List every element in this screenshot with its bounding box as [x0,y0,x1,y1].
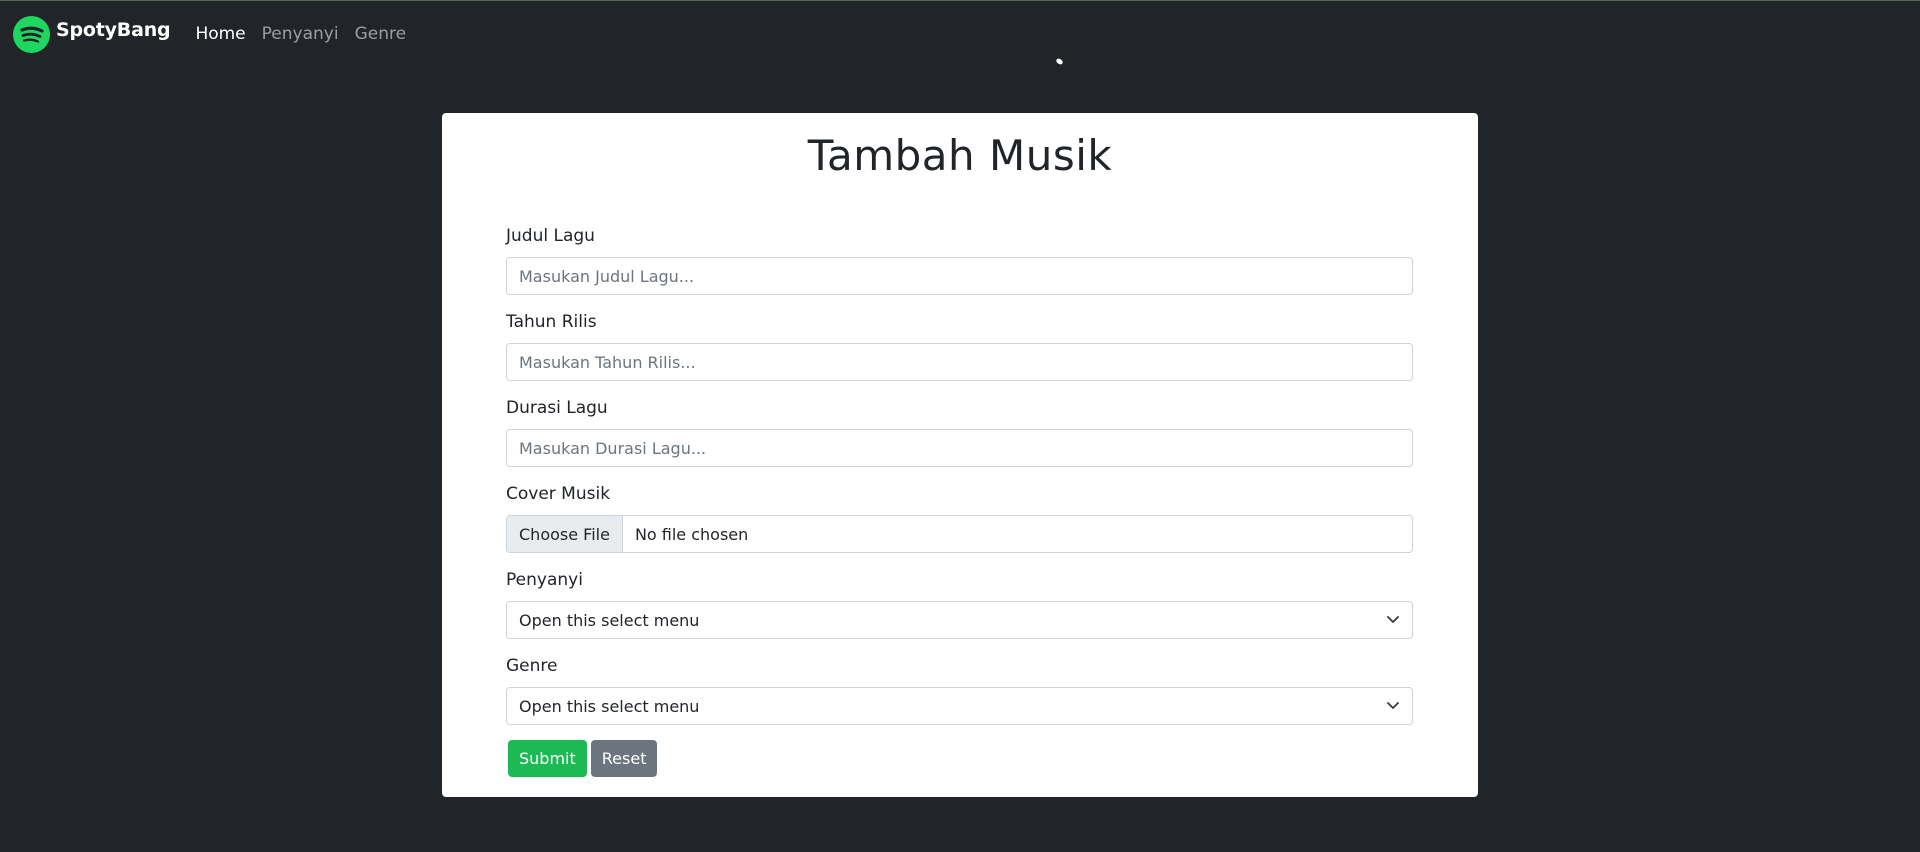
genre-label: Genre [506,656,558,676]
tahun-rilis-label: Tahun Rilis [506,312,597,332]
durasi-lagu-input[interactable] [506,429,1413,467]
chevron-down-icon [1386,697,1400,716]
add-music-card: Tambah Musik Judul Lagu Tahun Rilis Dura… [442,113,1478,797]
tahun-rilis-group: Tahun Rilis [506,311,1413,397]
reset-button[interactable]: Reset [590,740,658,777]
cover-musik-group: Cover Musik Choose File No file chosen [506,483,1413,569]
judul-lagu-group: Judul Lagu [506,225,1413,311]
nav-link-penyanyi[interactable]: Penyanyi [262,24,339,44]
form-buttons: Submit Reset [506,740,1413,777]
judul-lagu-input[interactable] [506,257,1413,295]
file-status-text: No file chosen [634,524,749,544]
page-title: Tambah Musik [807,131,1113,180]
genre-select[interactable]: Open this select menu [506,687,1413,725]
spotify-logo-icon [13,15,50,53]
genre-group: Genre Open this select menu [506,655,1413,741]
durasi-lagu-label: Durasi Lagu [506,398,608,418]
chevron-down-icon [1386,611,1400,630]
submit-button[interactable]: Submit [508,740,587,777]
nav-link-home[interactable]: Home [195,24,245,44]
judul-lagu-label: Judul Lagu [506,226,595,246]
choose-file-button[interactable]: Choose File [507,516,623,552]
nav-link-genre[interactable]: Genre [355,24,406,44]
brand-name: SpotyBang [56,19,171,41]
penyanyi-label: Penyanyi [506,570,583,590]
genre-selected-value: Open this select menu [519,696,700,716]
penyanyi-group: Penyanyi Open this select menu [506,569,1413,655]
penyanyi-selected-value: Open this select menu [519,610,700,630]
tahun-rilis-input[interactable] [506,343,1413,381]
navbar: SpotyBang Home Penyanyi Genre [0,1,1920,67]
durasi-lagu-group: Durasi Lagu [506,397,1413,483]
cover-musik-label: Cover Musik [506,484,611,504]
add-music-form: Judul Lagu Tahun Rilis Durasi Lagu Cover… [506,225,1413,777]
cover-file-input[interactable]: Choose File No file chosen [506,515,1413,553]
penyanyi-select[interactable]: Open this select menu [506,601,1413,639]
brand[interactable]: SpotyBang [13,15,171,53]
